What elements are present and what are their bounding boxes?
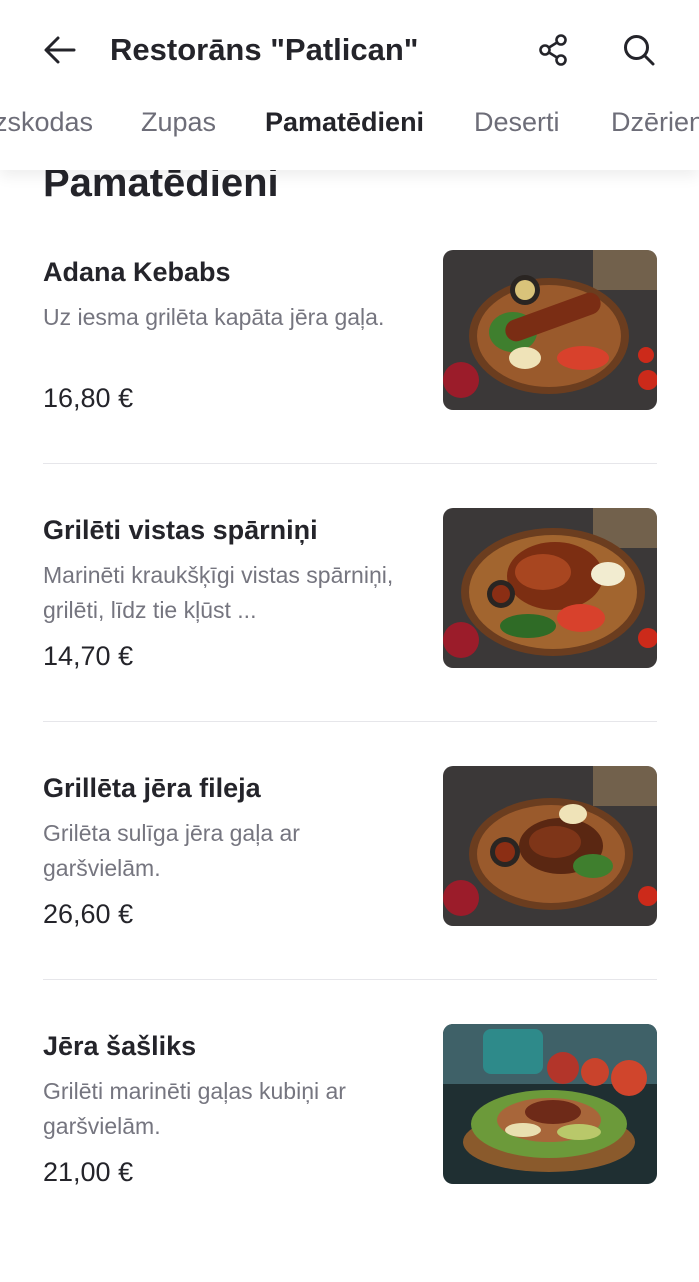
divider <box>43 721 657 722</box>
dish-photo <box>443 1024 657 1184</box>
menu-item[interactable]: Adana Kebabs Uz iesma grilēta kapāta jēr… <box>0 250 699 508</box>
item-price: 21,00 € <box>43 1157 134 1187</box>
tab-uzkodas[interactable]: zskodas <box>0 100 93 144</box>
menu-item[interactable]: Grilēti vistas spārniņi Marinēti kraukšķ… <box>0 508 699 766</box>
item-description: Marinēti kraukšķīgi vistas spārniņi, gri… <box>43 562 394 623</box>
arrow-left-icon <box>44 36 76 64</box>
item-name: Grilēti vistas spārniņi <box>43 515 318 545</box>
item-name: Adana Kebabs <box>43 257 231 287</box>
share-button[interactable] <box>531 28 575 72</box>
menu-item[interactable]: Grillēta jēra fileja Grilēta sulīga jēra… <box>0 766 699 1024</box>
item-price: 14,70 € <box>43 641 134 671</box>
menu-item[interactable]: Jēra šašliks Grilēti marinēti gaļas kubi… <box>0 1024 699 1282</box>
divider <box>43 463 657 464</box>
search-button[interactable] <box>617 28 661 72</box>
app-header: Restorāns "Patlican" zskodas Zupas Pamat… <box>0 0 699 170</box>
dish-photo <box>443 250 657 410</box>
page-title: Restorāns "Patlican" <box>110 32 419 67</box>
tab-deserti[interactable]: Deserti <box>474 100 560 144</box>
dish-photo <box>443 766 657 926</box>
item-description: Uz iesma grilēta kapāta jēra gaļa. <box>43 304 385 330</box>
top-bar: Restorāns "Patlican" <box>0 0 699 100</box>
item-price: 16,80 € <box>43 383 134 413</box>
item-name: Jēra šašliks <box>43 1031 197 1061</box>
tab-pamatedieni[interactable]: Pamatēdieni <box>265 100 424 144</box>
item-name: Grillēta jēra fileja <box>43 773 261 803</box>
tab-zupas[interactable]: Zupas <box>141 100 216 144</box>
search-icon <box>624 35 655 66</box>
divider <box>43 979 657 980</box>
item-description: Grilēta sulīga jēra gaļa ar garšvielām. <box>43 820 300 881</box>
item-price: 26,60 € <box>43 899 134 929</box>
back-button[interactable] <box>38 28 82 72</box>
item-description: Grilēti marinēti gaļas kubiņi ar garšvie… <box>43 1078 346 1139</box>
tab-dzerieni[interactable]: Dzērien <box>611 100 699 144</box>
share-icon <box>539 34 567 66</box>
category-tabs: zskodas Zupas Pamatēdieni Deserti Dzērie… <box>0 100 699 144</box>
dish-photo <box>443 508 657 668</box>
